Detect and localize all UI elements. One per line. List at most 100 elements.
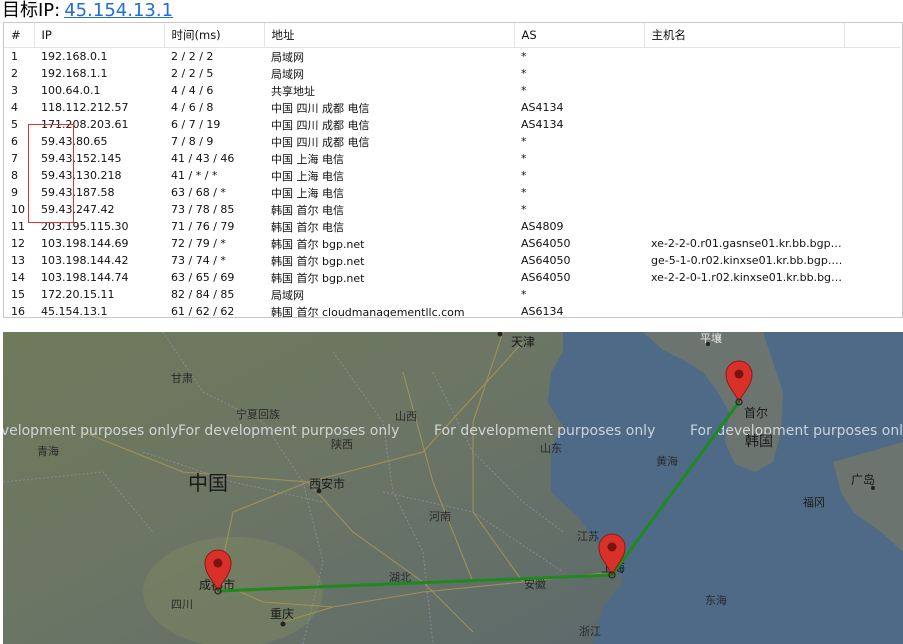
column-header-ip[interactable]: IP [34, 23, 165, 48]
cell-time: 82 / 84 / 85 [171, 288, 235, 301]
table-row[interactable]: 7 59.43.152.145 41 / 43 / 46 中国 上海 电信 * [4, 150, 900, 167]
cell-location: 韩国 首尔 bgp.net [271, 237, 365, 251]
label-korea: 韩国 [745, 434, 773, 450]
cell-time: 4 / 6 / 8 [171, 101, 214, 114]
cell-blank [844, 48, 900, 66]
target-ip-header: 目标IP: 45.154.13.1 [0, 0, 903, 22]
label-shaanxi: 陕西 [331, 437, 353, 451]
cell-blank [844, 150, 900, 167]
highlight-box [28, 124, 74, 223]
label-shanxi: 山西 [395, 410, 417, 423]
cell-time: 73 / 78 / 85 [171, 203, 235, 216]
cell-ip: 45.154.13.1 [41, 305, 108, 318]
column-header-hop[interactable]: # [4, 23, 35, 48]
label-chongqing: 重庆 [270, 607, 294, 621]
cell-as: AS64050 [521, 237, 571, 250]
label-pingrang: 平壤 [700, 332, 722, 345]
cell-as: AS4809 [521, 220, 564, 233]
table-row[interactable]: 4 118.112.212.57 4 / 6 / 8 中国 四川 成都 电信 AS413… [4, 99, 900, 116]
cell-as: AS4134 [521, 118, 564, 131]
cell-location: 中国 上海 电信 [271, 152, 344, 166]
cell-hostname [644, 167, 844, 184]
cell-location: 局域网 [271, 288, 304, 302]
label-tianjin: 天津 [511, 335, 535, 349]
separator [0, 318, 903, 332]
cell-as: * [521, 169, 527, 182]
cell-hostname [644, 116, 844, 133]
column-header-hostname[interactable]: 主机名 [644, 23, 845, 48]
cell-ip: 103.198.144.74 [41, 271, 129, 284]
label-huanghai: 黄海 [656, 454, 678, 468]
table-row[interactable]: 11 203.195.115.30 71 / 76 / 79 韩国 首尔 电信 AS48… [4, 218, 900, 235]
label-xian: 西安市 [309, 476, 345, 491]
table-row[interactable]: 2 192.168.1.1 2 / 2 / 5 局域网 * [4, 65, 900, 82]
table-row[interactable]: 3 100.64.0.1 4 / 4 / 6 共享地址 * [4, 82, 900, 99]
cell-hostname [644, 201, 844, 218]
table-row[interactable]: 12 103.198.144.69 72 / 79 / * 韩国 首尔 bgp.net… [4, 235, 900, 252]
cell-blank [844, 184, 900, 201]
cell-ip: 103.198.144.69 [41, 237, 129, 250]
map-canvas[interactable]: For development purposes only For develo… [3, 332, 903, 644]
cell-hop: 13 [11, 254, 25, 267]
cell-hop: 12 [11, 237, 25, 250]
cell-blank [844, 116, 900, 133]
cell-as: * [521, 135, 527, 148]
table-row[interactable]: 1 192.168.0.1 2 / 2 / 2 局域网 * [4, 48, 900, 66]
cell-blank [844, 252, 900, 269]
label-seoul: 首尔 [744, 405, 768, 420]
route-map[interactable]: For development purposes only For develo… [3, 332, 903, 644]
cell-hostname [644, 184, 844, 201]
target-ip-label: 目标IP: [2, 0, 61, 21]
cell-location: 韩国 首尔 bgp.net [271, 271, 365, 285]
cell-time: 6 / 7 / 19 [171, 118, 221, 131]
cell-hostname [644, 65, 844, 82]
label-china: 中国 [188, 471, 228, 495]
target-ip-link[interactable]: 45.154.13.1 [64, 0, 173, 21]
label-shandong: 山东 [540, 442, 562, 455]
column-header-as[interactable]: AS [514, 23, 645, 48]
cell-ip: 172.20.15.11 [41, 288, 115, 301]
cell-as: * [521, 203, 527, 216]
cell-time: 73 / 74 / * [171, 254, 226, 267]
cell-hostname [644, 82, 844, 99]
cell-hop: 14 [11, 271, 25, 284]
cell-hostname: xe-2-2-0.r01.gasnse01.kr.bb.bgp.net [651, 237, 844, 250]
cell-as: * [521, 152, 527, 165]
cell-hop: 15 [11, 288, 25, 301]
table-row[interactable]: 10 59.43.247.42 73 / 78 / 85 韩国 首尔 电信 * [4, 201, 900, 218]
cell-location: 中国 上海 电信 [271, 186, 344, 200]
column-header-time[interactable]: 时间(ms) [164, 23, 265, 48]
label-qinghai: 青海 [37, 444, 59, 458]
table-row[interactable]: 13 103.198.144.42 73 / 74 / * 韩国 首尔 bgp.net… [4, 252, 900, 269]
cell-time: 72 / 79 / * [171, 237, 226, 250]
cell-ip: 192.168.0.1 [41, 50, 108, 63]
cell-time: 63 / 68 / * [171, 186, 226, 199]
cell-blank [844, 82, 900, 99]
label-henan: 河南 [429, 510, 451, 523]
table-row[interactable]: 9 59.43.187.58 63 / 68 / * 中国 上海 电信 * [4, 184, 900, 201]
cell-blank [844, 201, 900, 218]
cell-as: * [521, 84, 527, 97]
cell-location: 韩国 首尔 cloudmanagementllc.com [271, 305, 465, 318]
cell-location: 中国 四川 成都 电信 [271, 101, 370, 115]
cell-hop: 3 [11, 84, 18, 97]
table-row[interactable]: 6 59.43.80.65 7 / 8 / 9 中国 四川 成都 电信 * [4, 133, 900, 150]
table-row[interactable]: 14 103.198.144.74 63 / 65 / 69 韩国 首尔 bgp.ne… [4, 269, 900, 286]
cell-location: 韩国 首尔 bgp.net [271, 254, 365, 268]
table-row[interactable]: 5 171.208.203.61 6 / 7 / 19 中国 四川 成都 电信 AS41… [4, 116, 900, 133]
cell-time: 7 / 8 / 9 [171, 135, 214, 148]
cell-blank [844, 218, 900, 235]
cell-blank [844, 286, 900, 303]
table-row[interactable]: 16 45.154.13.1 61 / 62 / 62 韩国 首尔 cloudmana… [4, 303, 900, 318]
label-hiroshima: 广岛 [851, 472, 875, 487]
traceroute-table[interactable]: # IP 时间(ms) 地址 AS 主机名 1 192.168.0.1 2 / 2 … [3, 22, 903, 318]
column-header-location[interactable]: 地址 [264, 23, 515, 48]
table-header-row: # IP 时间(ms) 地址 AS 主机名 [4, 23, 900, 48]
cell-time: 2 / 2 / 2 [171, 50, 214, 63]
cell-as: * [521, 50, 527, 63]
cell-hostname [644, 218, 844, 235]
cell-blank [844, 99, 900, 116]
table-row[interactable]: 8 59.43.130.218 41 / * / * 中国 上海 电信 * [4, 167, 900, 184]
table-row[interactable]: 15 172.20.15.11 82 / 84 / 85 局域网 * [4, 286, 900, 303]
cell-hostname: xe-2-2-0-1.r02.kinxse01.kr.bb.bgp.... [651, 271, 844, 284]
